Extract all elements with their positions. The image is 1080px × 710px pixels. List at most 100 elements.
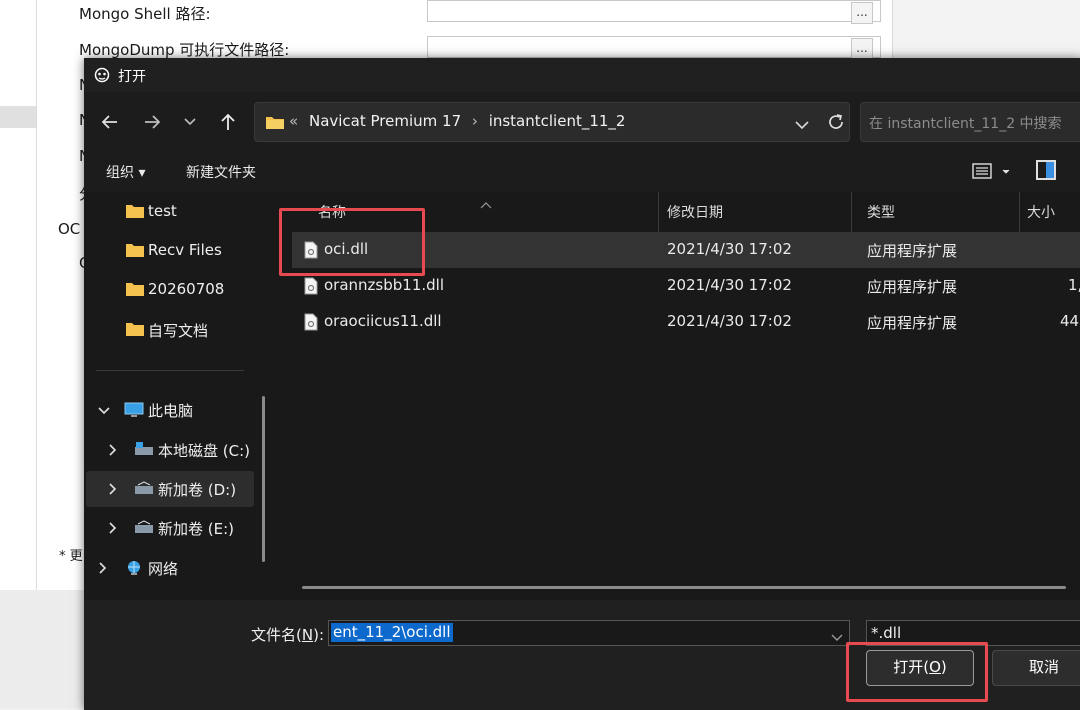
file-date: 2021/4/30 17:02: [667, 240, 792, 258]
chevron-down-icon[interactable]: [98, 402, 110, 420]
mongodump-path-input[interactable]: [427, 36, 881, 58]
column-divider[interactable]: [851, 192, 852, 232]
open-button-accesskey: O: [929, 658, 941, 676]
breadcrumb-overflow[interactable]: «: [289, 112, 298, 130]
nav-divider: [96, 370, 244, 371]
chevron-right-icon[interactable]: [98, 560, 108, 578]
horizontal-scrollbar[interactable]: [302, 586, 1066, 589]
command-bar: 组织 ▾ 新建文件夹: [84, 152, 1080, 192]
dll-file-icon: [304, 241, 318, 263]
filename-input[interactable]: ent_11_2\oci.dll: [328, 620, 850, 646]
cancel-button[interactable]: 取消: [992, 650, 1080, 686]
up-button[interactable]: [216, 110, 240, 134]
navicat-app-icon: [94, 67, 110, 87]
nav-item-test[interactable]: test: [84, 194, 264, 230]
file-row-oci[interactable]: oci.dll 2021/4/30 17:02 应用程序扩展: [292, 232, 1080, 268]
column-header-size[interactable]: 大小: [1019, 192, 1080, 232]
file-type-filter-value: *.dll: [871, 624, 902, 642]
nav-label: 新加卷 (D:): [158, 481, 237, 499]
settings-category-selected[interactable]: [0, 106, 36, 128]
dialog-titlebar: 打开: [84, 58, 1080, 92]
column-header-label: 名称: [318, 205, 346, 221]
dialog-title: 打开: [118, 69, 146, 85]
open-button[interactable]: 打开(O): [866, 650, 974, 686]
file-type-filter[interactable]: *.dll: [866, 620, 1080, 646]
arrow-right-icon: [145, 115, 161, 129]
settings-category-list: [0, 0, 37, 590]
nav-item-network[interactable]: 网络: [84, 550, 264, 586]
network-icon: [124, 560, 144, 580]
recent-locations-button[interactable]: [178, 110, 202, 134]
column-header-type[interactable]: 类型: [859, 192, 1019, 232]
column-header-label: 大小: [1027, 205, 1055, 221]
nav-label: 此电脑: [148, 402, 194, 420]
refresh-button[interactable]: [816, 102, 856, 142]
address-bar[interactable]: « Navicat Premium 17 › instantclient_11_…: [254, 102, 850, 142]
settings-footnote: * 更: [59, 549, 83, 564]
mongo-shell-path-label: Mongo Shell 路径:: [79, 5, 211, 23]
mongodump-path-label: MongoDump 可执行文件路径:: [79, 41, 290, 59]
view-options-button[interactable]: [972, 162, 1010, 184]
address-history-chevron-icon[interactable]: [795, 115, 809, 134]
nav-item-this-pc[interactable]: 此电脑: [84, 392, 264, 428]
nav-item-drive-e[interactable]: 新加卷 (E:): [84, 510, 264, 546]
nav-label: test: [148, 202, 177, 220]
settings-label-oci: OC: [58, 220, 81, 238]
drive-icon: [134, 481, 154, 499]
breadcrumb: « Navicat Premium 17 › instantclient_11_…: [289, 112, 625, 130]
dll-file-icon: [304, 277, 318, 299]
navigation-pane: test Recv Files 20260708 自写文档 此电脑 本地磁盘 (…: [84, 192, 276, 600]
mongo-shell-path-input[interactable]: [427, 0, 881, 22]
search-input[interactable]: 在 instantclient_11_2 中搜索: [860, 102, 1080, 142]
file-row-oraociicus11[interactable]: oraociicus11.dll 2021/4/30 17:02 应用程序扩展 …: [292, 304, 1080, 340]
nav-label: 网络: [148, 560, 179, 578]
mongo-shell-browse-button[interactable]: ...: [851, 2, 873, 24]
file-row-orannzsbb11[interactable]: orannzsbb11.dll 2021/4/30 17:02 应用程序扩展 1…: [292, 268, 1080, 304]
file-list: 名称 修改日期 类型 大小 oci.dll 2021/4/30 17:02 应用…: [276, 192, 1080, 600]
forward-button[interactable]: [140, 110, 164, 134]
preview-pane-icon[interactable]: [1036, 160, 1056, 180]
file-date: 2021/4/30 17:02: [667, 312, 792, 330]
breadcrumb-navicat[interactable]: Navicat Premium 17: [309, 112, 461, 130]
column-header-date[interactable]: 修改日期: [659, 192, 849, 232]
drive-icon: [134, 520, 154, 538]
folder-icon: [126, 282, 144, 300]
folder-icon: [126, 204, 144, 222]
nav-item-docs[interactable]: 自写文档: [84, 312, 264, 348]
chevron-right-icon[interactable]: [108, 520, 118, 538]
chevron-down-icon[interactable]: [831, 627, 843, 646]
new-folder-button[interactable]: 新建文件夹: [186, 162, 256, 182]
filename-label-end: ):: [313, 626, 324, 644]
column-header-name[interactable]: 名称: [310, 192, 650, 232]
file-name: oci.dll: [324, 240, 369, 258]
arrow-left-icon: [101, 115, 117, 129]
nav-label: 新加卷 (E:): [158, 520, 235, 538]
file-type: 应用程序扩展: [867, 242, 958, 260]
file-size: 1,: [1068, 276, 1080, 294]
breadcrumb-separator-icon: ›: [471, 112, 478, 130]
nav-label: 本地磁盘 (C:): [158, 442, 250, 460]
nav-item-drive-d[interactable]: 新加卷 (D:): [86, 471, 254, 507]
navigation-bar: « Navicat Premium 17 › instantclient_11_…: [84, 92, 1080, 152]
nav-item-drive-c[interactable]: 本地磁盘 (C:): [84, 432, 264, 468]
breadcrumb-instantclient[interactable]: instantclient_11_2: [489, 112, 626, 130]
file-type: 应用程序扩展: [867, 278, 958, 296]
chevron-right-icon[interactable]: [108, 481, 118, 499]
filename-value: ent_11_2\oci.dll: [331, 623, 453, 642]
nav-label: 20260708: [148, 280, 225, 298]
search-placeholder: 在 instantclient_11_2 中搜索: [869, 116, 1062, 132]
open-button-text: 打开(: [893, 658, 930, 676]
chevron-down-icon: [184, 118, 196, 126]
back-button[interactable]: [98, 110, 122, 134]
organize-menu[interactable]: 组织 ▾: [106, 162, 145, 182]
nav-scrollbar[interactable]: [262, 396, 265, 562]
folder-icon: [126, 322, 144, 340]
mongodump-browse-button[interactable]: ...: [851, 38, 873, 60]
nav-label: 自写文档: [148, 322, 209, 340]
column-header-label: 类型: [867, 205, 895, 221]
column-header-label: 修改日期: [667, 205, 723, 221]
list-view-icon: [972, 163, 1010, 179]
chevron-right-icon[interactable]: [108, 442, 118, 460]
nav-item-20260708[interactable]: 20260708: [84, 272, 264, 308]
nav-item-recv-files[interactable]: Recv Files: [84, 233, 264, 269]
